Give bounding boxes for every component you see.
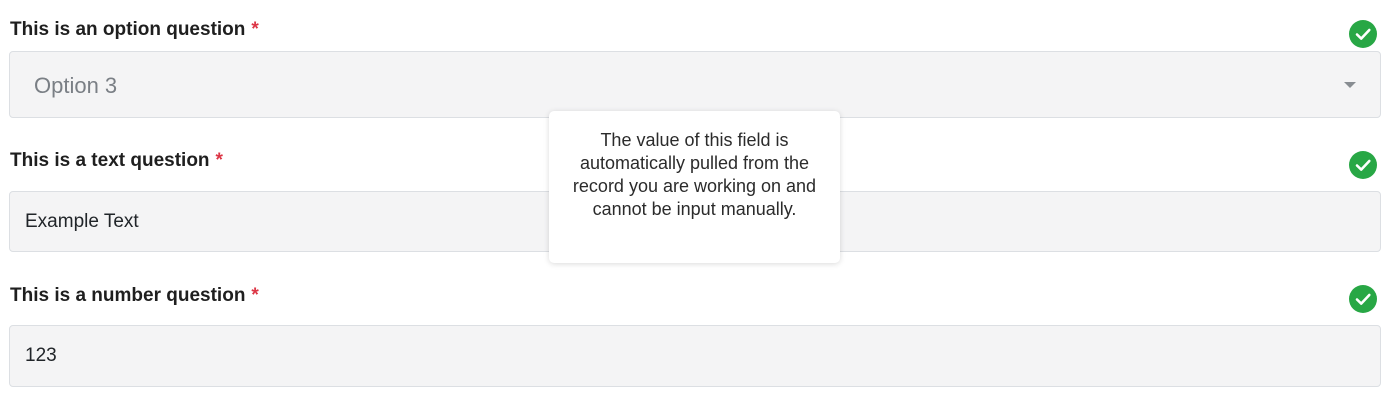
text-question-label-text: This is a text question	[10, 150, 210, 171]
number-input-value: 123	[25, 345, 57, 366]
number-question-label-text: This is a number question	[10, 285, 246, 306]
check-circle-icon	[1349, 20, 1377, 48]
number-input[interactable]: 123	[9, 325, 1381, 387]
caret-down-icon[interactable]	[1344, 82, 1356, 88]
number-question-label: This is a number question *	[10, 285, 259, 307]
auto-value-tooltip: The value of this field is automatically…	[549, 111, 840, 263]
check-circle-icon	[1349, 151, 1377, 179]
option-question-label-text: This is an option question	[10, 19, 246, 40]
text-input-value: Example Text	[25, 211, 139, 232]
check-circle-icon	[1349, 285, 1377, 313]
option-question-label: This is an option question *	[10, 19, 259, 41]
question-form: This is an option question * Option 3 Thi…	[0, 0, 1396, 405]
required-asterisk: *	[251, 19, 259, 40]
required-asterisk: *	[251, 285, 259, 306]
tooltip-text: The value of this field is automatically…	[572, 130, 817, 219]
option-select-value: Option 3	[34, 73, 118, 98]
required-asterisk: *	[215, 150, 223, 171]
option-select[interactable]: Option 3	[9, 51, 1381, 118]
text-question-label: This is a text question *	[10, 150, 223, 172]
